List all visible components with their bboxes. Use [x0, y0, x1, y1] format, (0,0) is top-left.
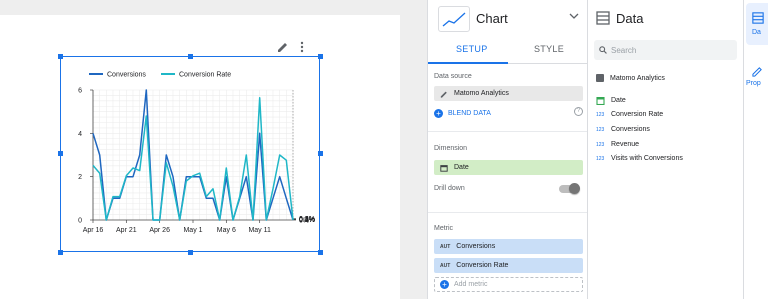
number-type-tag: 123 — [596, 141, 605, 148]
resize-handle-mr[interactable] — [318, 151, 323, 156]
more-vert-icon[interactable] — [299, 41, 305, 53]
blend-data-button[interactable]: + BLEND DATA ? — [434, 106, 583, 120]
calendar-icon — [440, 164, 448, 172]
data-panel: Data Search Matomo Analytics Date 123 Co… — [587, 0, 743, 299]
dimension-name: Date — [454, 164, 469, 171]
line-chart: 02460%0.1%0.2%0.3%0.4%0.5%Apr 16 Apr 21 Ap… — [78, 72, 315, 235]
properties-rail-button[interactable]: Prop — [744, 58, 768, 98]
metric-name: Conversions — [456, 243, 496, 250]
metric-chip-conversions[interactable]: AUT Conversions — [434, 239, 583, 254]
legend-label: Conversion Rate — [179, 72, 231, 79]
x-tick-label: May 1 — [183, 227, 202, 234]
blend-data-label: BLEND DATA — [448, 109, 491, 117]
report-page[interactable]: 0 2 4 6 0% 0.1% 0.2% 0.3% 0.4% 0.5% Apr 16 Apr 21 Ap… — [0, 15, 400, 299]
field-search-input[interactable]: Search — [594, 40, 737, 60]
report-canvas: 0 2 4 6 0% 0.1% 0.2% 0.3% 0.4% 0.5% Apr 16 Apr 21 Ap… — [0, 0, 427, 299]
active-tab-indicator — [428, 62, 508, 64]
y-left-tick-label: 6 — [78, 88, 82, 95]
add-metric-label: Add metric — [454, 281, 488, 288]
divider — [428, 131, 588, 132]
resize-handle-ml[interactable] — [58, 151, 63, 156]
field-name: Visits with Conversions — [611, 155, 683, 162]
panel-tabs: SETUP STYLE — [428, 38, 588, 64]
legend-label: Conversions — [107, 72, 146, 79]
pencil-icon[interactable] — [277, 41, 289, 53]
divider — [428, 212, 588, 213]
resize-handle-tc[interactable] — [188, 54, 193, 59]
field-name: Date — [611, 97, 626, 104]
field-item-date[interactable]: Date — [596, 95, 626, 106]
tab-style[interactable]: STYLE — [534, 44, 564, 54]
properties-rail-label: Prop — [746, 80, 761, 87]
data-source-title: Data source — [434, 73, 472, 80]
add-circle-icon: + — [434, 108, 443, 118]
y-right-tick-label: 0.5% — [299, 216, 315, 223]
drill-down-toggle[interactable] — [559, 183, 580, 194]
add-circle-icon: + — [440, 280, 449, 289]
data-source-field[interactable]: Matomo Analytics — [434, 86, 583, 101]
data-source-icon — [596, 74, 604, 82]
dimension-title: Dimension — [434, 145, 468, 152]
metric-title: Metric — [434, 225, 454, 232]
metric-name: Conversion Rate — [456, 262, 509, 269]
number-type-tag: 123 — [596, 155, 605, 162]
number-type-tag: 123 — [596, 111, 605, 118]
table-icon — [596, 11, 610, 25]
pencil-icon[interactable] — [440, 90, 448, 98]
y-left-tick-label: 0 — [78, 218, 82, 225]
resize-handle-br[interactable] — [318, 250, 323, 255]
right-rail: Da Prop — [743, 0, 768, 299]
data-rail-button[interactable]: Da — [746, 3, 768, 45]
aggregation-tag: AUT — [440, 262, 451, 269]
resize-handle-tl[interactable] — [58, 54, 63, 59]
field-name: Conversion Rate — [611, 111, 664, 118]
field-item-revenue[interactable]: 123 Revenue — [596, 139, 639, 150]
field-item-visits-with-conversions[interactable]: 123 Visits with Conversions — [596, 153, 683, 164]
dimension-chip-date[interactable]: Date — [434, 160, 583, 175]
add-metric-button[interactable]: + Add metric — [434, 277, 583, 292]
data-source-item[interactable]: Matomo Analytics — [596, 74, 665, 82]
help-icon[interactable]: ? — [574, 107, 583, 116]
field-name: Conversions — [611, 126, 650, 133]
tab-setup[interactable]: SETUP — [456, 44, 488, 54]
line-chart-icon — [438, 6, 470, 32]
resize-handle-tr[interactable] — [318, 54, 323, 59]
calendar-icon — [596, 96, 605, 105]
field-name: Revenue — [611, 141, 640, 148]
x-tick-label: May 11 — [248, 227, 271, 234]
toggle-knob — [569, 183, 580, 194]
x-tick-label: Apr 26 — [149, 227, 170, 234]
chart-type-label: Chart — [476, 11, 508, 26]
metric-chip-conversion-rate[interactable]: AUT Conversion Rate — [434, 258, 583, 273]
chart-component[interactable]: 0 2 4 6 0% 0.1% 0.2% 0.3% 0.4% 0.5% Apr 16 Apr 21 Ap… — [60, 56, 320, 252]
field-item-conversions[interactable]: 123 Conversions — [596, 124, 650, 135]
search-icon — [599, 46, 607, 54]
properties-panel: Chart SETUP STYLE Data source Matomo Ana… — [427, 0, 588, 299]
data-panel-title: Data — [616, 10, 644, 26]
x-tick-label: May 6 — [217, 227, 236, 234]
field-item-conversion-rate[interactable]: 123 Conversion Rate — [596, 109, 663, 120]
x-tick-label: Apr 21 — [116, 227, 137, 234]
chart-type-selector[interactable]: Chart — [428, 0, 588, 36]
y-left-tick-label: 4 — [78, 131, 82, 138]
number-type-tag: 123 — [596, 126, 605, 133]
search-placeholder: Search — [611, 45, 637, 55]
table-icon — [752, 12, 764, 24]
y-left-tick-label: 2 — [78, 174, 82, 181]
data-source-item-label: Matomo Analytics — [610, 74, 665, 82]
chevron-down-icon[interactable] — [569, 11, 579, 21]
data-rail-label: Da — [752, 29, 761, 36]
edit-icon — [752, 67, 762, 77]
resize-handle-bc[interactable] — [188, 250, 193, 255]
resize-handle-bl[interactable] — [58, 250, 63, 255]
drill-down-title: Drill down — [434, 185, 465, 192]
aggregation-tag: AUT — [440, 243, 451, 250]
x-tick-label: Apr 16 — [83, 227, 104, 234]
data-source-name: Matomo Analytics — [454, 90, 509, 97]
